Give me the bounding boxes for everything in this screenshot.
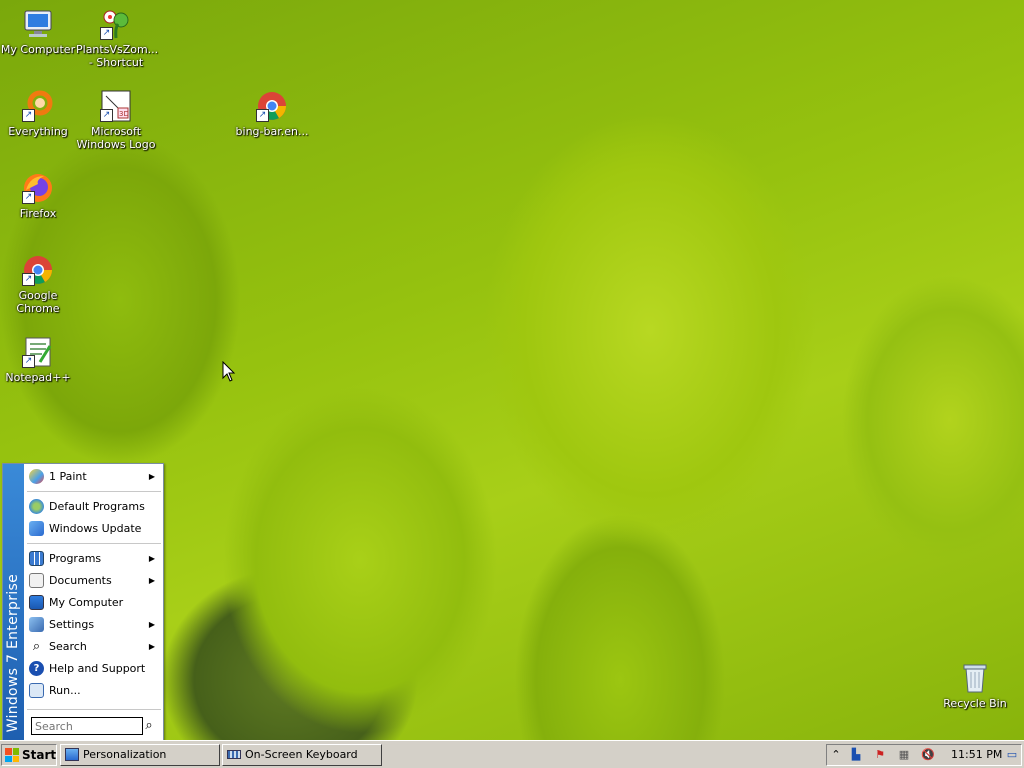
search-icon: ⌕ bbox=[32, 639, 41, 654]
magnifier-icon: ↗ bbox=[22, 90, 54, 122]
shortcut-arrow-icon: ↗ bbox=[22, 273, 35, 286]
desktop-icon-everything[interactable]: ↗ Everything bbox=[0, 90, 78, 138]
shortcut-arrow-icon: ↗ bbox=[100, 27, 113, 40]
desktop-icon-label: Everything bbox=[8, 125, 68, 138]
menu-item-label: Settings bbox=[49, 618, 95, 631]
desktop-icon-plants-vs-zombies[interactable]: ↗ PlantsVsZom... - Shortcut bbox=[76, 8, 159, 69]
desktop-icon-my-computer[interactable]: My Computer bbox=[0, 8, 78, 56]
paint-icon bbox=[29, 469, 44, 484]
taskbar-button-label: On-Screen Keyboard bbox=[245, 748, 358, 761]
submenu-arrow-icon: ▶ bbox=[148, 472, 155, 481]
start-button[interactable]: Start bbox=[1, 744, 57, 766]
desktop-icon-label: Notepad++ bbox=[5, 371, 71, 384]
firefox-icon: ↗ bbox=[22, 172, 54, 204]
menu-item-run[interactable]: Run... bbox=[25, 680, 163, 702]
windows-logo-icon bbox=[5, 748, 19, 762]
recycle-bin-icon bbox=[959, 662, 991, 694]
menu-item-my-computer[interactable]: My Computer bbox=[25, 592, 163, 614]
default-programs-icon bbox=[29, 499, 44, 514]
menu-separator bbox=[27, 709, 161, 710]
menu-item-windows-update[interactable]: Windows Update bbox=[25, 518, 163, 540]
shortcut-arrow-icon: ↗ bbox=[22, 191, 35, 204]
network-icon[interactable]: ▙ bbox=[849, 748, 863, 762]
start-menu-banner-label: Windows 7 Enterprise bbox=[5, 573, 21, 732]
menu-separator bbox=[27, 543, 161, 544]
system-tray: ⌃ ▙ ⚑ ▦ 🔇 11:51 PM ▭ bbox=[826, 744, 1022, 766]
desktop-icon-label: My Computer bbox=[0, 43, 76, 56]
desktop-icon-recycle-bin[interactable]: Recycle Bin bbox=[940, 662, 1010, 710]
volume-muted-icon[interactable]: 🔇 bbox=[921, 748, 935, 762]
menu-item-label: Windows Update bbox=[49, 522, 142, 535]
notepad-icon: ↗ bbox=[22, 336, 54, 368]
computer-icon bbox=[29, 595, 44, 610]
documents-icon bbox=[29, 573, 44, 588]
menu-item-help-and-support[interactable]: ? Help and Support bbox=[25, 658, 163, 680]
document-image-icon: 3D ↗ bbox=[100, 90, 132, 122]
taskbar: Start Personalization On-Screen Keyboard… bbox=[0, 740, 1024, 768]
help-icon: ? bbox=[29, 661, 44, 676]
submenu-arrow-icon: ▶ bbox=[148, 576, 155, 585]
programs-icon bbox=[29, 551, 44, 566]
chrome-icon: ↗ bbox=[22, 254, 54, 286]
desktop-icon-windows-logo[interactable]: 3D ↗ Microsoft Windows Logo bbox=[76, 90, 156, 151]
show-hidden-icons-icon[interactable]: ⌃ bbox=[829, 748, 843, 762]
search-icon[interactable]: ⌕ bbox=[141, 718, 157, 734]
start-menu-search: ⌕ bbox=[29, 717, 159, 735]
menu-item-documents[interactable]: Documents ▶ bbox=[25, 570, 163, 592]
menu-item-label: 1 Paint bbox=[49, 470, 87, 483]
search-input[interactable] bbox=[31, 717, 143, 735]
menu-item-label: Help and Support bbox=[49, 662, 146, 675]
show-desktop-icon[interactable]: ▭ bbox=[1005, 748, 1019, 762]
desktop-icon-label: PlantsVsZom... - Shortcut bbox=[76, 43, 159, 69]
start-menu: Windows 7 Enterprise 1 Paint ▶ Default P… bbox=[2, 463, 164, 741]
taskbar-button-label: Personalization bbox=[83, 748, 167, 761]
desktop-icon-notepad-plus-plus[interactable]: ↗ Notepad++ bbox=[0, 336, 78, 384]
taskbar-button-on-screen-keyboard[interactable]: On-Screen Keyboard bbox=[222, 744, 382, 766]
clock[interactable]: 11:51 PM bbox=[951, 745, 1002, 765]
menu-item-default-programs[interactable]: Default Programs bbox=[25, 496, 163, 518]
menu-item-label: My Computer bbox=[49, 596, 124, 609]
desktop-icon-label: bing-bar.en... bbox=[235, 125, 309, 138]
start-button-label: Start bbox=[22, 748, 57, 762]
desktop-icon-label: Firefox bbox=[19, 207, 57, 220]
windows-update-icon bbox=[29, 521, 44, 536]
shortcut-arrow-icon: ↗ bbox=[256, 109, 269, 122]
menu-separator bbox=[27, 491, 161, 492]
submenu-arrow-icon: ▶ bbox=[148, 554, 155, 563]
settings-icon bbox=[29, 617, 44, 632]
taskbar-button-personalization[interactable]: Personalization bbox=[60, 744, 220, 766]
menu-item-label: Programs bbox=[49, 552, 102, 565]
network-status-icon[interactable]: ▦ bbox=[897, 748, 911, 762]
desktop-icon-firefox[interactable]: ↗ Firefox bbox=[0, 172, 78, 220]
desktop-icon-google-chrome[interactable]: ↗ Google Chrome bbox=[0, 254, 78, 315]
menu-item-label: Search bbox=[49, 640, 87, 653]
chrome-icon: ↗ bbox=[256, 90, 288, 122]
desktop-icon-label: Microsoft Windows Logo bbox=[76, 125, 156, 151]
computer-icon bbox=[22, 8, 54, 40]
start-menu-banner: Windows 7 Enterprise bbox=[3, 464, 24, 740]
menu-item-label: Default Programs bbox=[49, 500, 145, 513]
submenu-arrow-icon: ▶ bbox=[148, 642, 155, 651]
menu-item-settings[interactable]: Settings ▶ bbox=[25, 614, 163, 636]
menu-item-search[interactable]: ⌕ Search ▶ bbox=[25, 636, 163, 658]
plant-icon: ↗ bbox=[100, 8, 132, 40]
personalization-icon bbox=[65, 748, 79, 761]
menu-item-programs[interactable]: Programs ▶ bbox=[25, 548, 163, 570]
desktop-icon-label: Google Chrome bbox=[16, 289, 60, 315]
action-center-icon[interactable]: ⚑ bbox=[873, 748, 887, 762]
submenu-arrow-icon: ▶ bbox=[148, 620, 155, 629]
menu-item-label: Documents bbox=[49, 574, 112, 587]
desktop-icon-bing-bar[interactable]: ↗ bing-bar.en... bbox=[232, 90, 312, 138]
shortcut-arrow-icon: ↗ bbox=[22, 355, 35, 368]
keyboard-icon bbox=[227, 750, 241, 759]
menu-item-label: Run... bbox=[49, 684, 81, 697]
menu-item-paint[interactable]: 1 Paint ▶ bbox=[25, 466, 163, 488]
run-icon bbox=[29, 683, 44, 698]
start-menu-list: 1 Paint ▶ Default Programs Windows Updat… bbox=[25, 464, 163, 702]
recycle-bin-label: Recycle Bin bbox=[943, 697, 1007, 710]
svg-text:3D: 3D bbox=[119, 110, 129, 118]
shortcut-arrow-icon: ↗ bbox=[22, 109, 35, 122]
shortcut-arrow-icon: ↗ bbox=[100, 109, 113, 122]
